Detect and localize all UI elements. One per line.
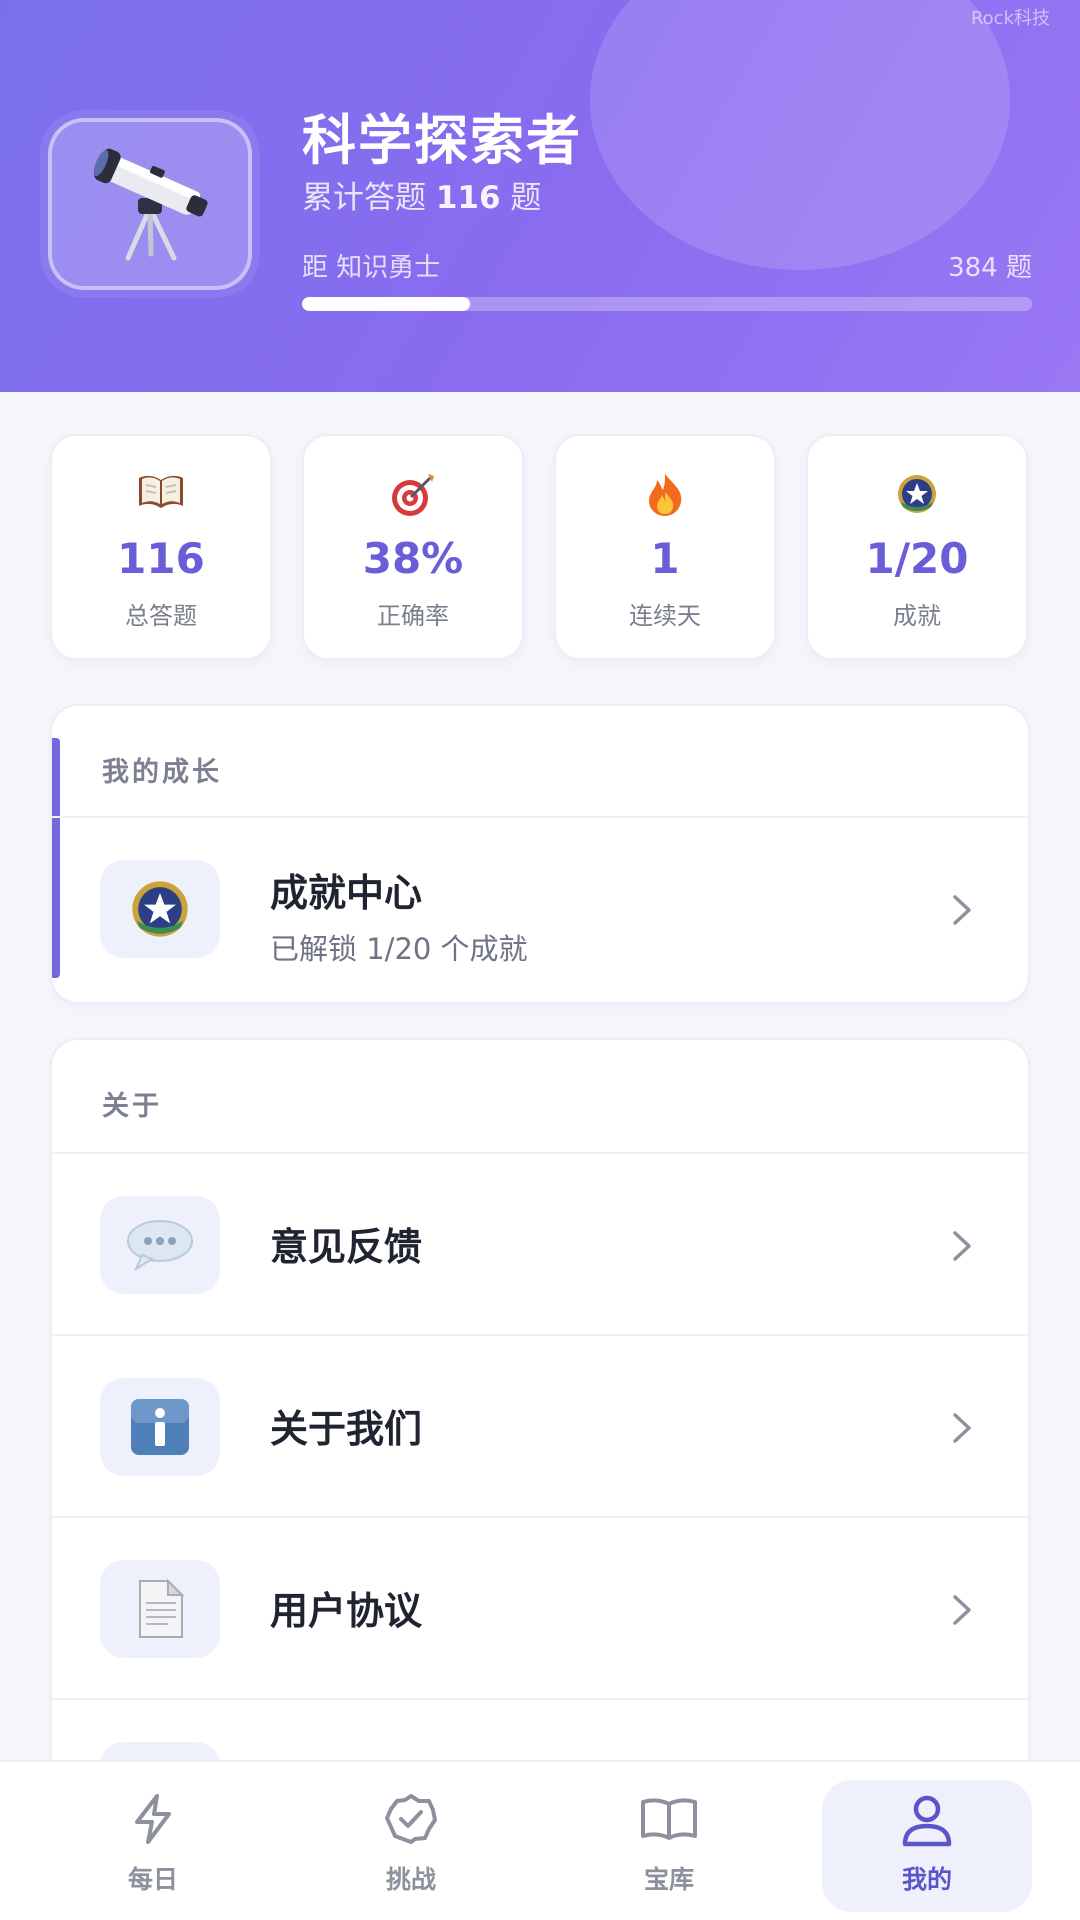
feedback-label: 意见反馈 <box>270 1225 423 1269</box>
book-icon <box>139 475 183 508</box>
badge-icon <box>898 475 936 513</box>
about-us-icon-box <box>100 1378 220 1476</box>
stat-value-achievements: 1/20 <box>865 534 969 583</box>
nav-daily-label: 每日 <box>127 1865 178 1894</box>
info-icon <box>131 1399 189 1455</box>
stat-label-total: 总答题 <box>125 602 197 630</box>
remaining-count: 384 题 <box>948 253 1032 283</box>
fire-icon <box>649 474 682 516</box>
nav-mine[interactable]: 我的 <box>822 1780 1032 1912</box>
user-title: 科学探索者 <box>302 109 582 172</box>
lightning-icon <box>135 1794 171 1844</box>
user-agreement-icon-box <box>100 1560 220 1658</box>
stat-value-accuracy: 38% <box>362 534 464 583</box>
about-us-label: 关于我们 <box>270 1407 423 1451</box>
user-agreement-label: 用户协议 <box>270 1589 423 1633</box>
shield-check-icon <box>385 1794 437 1844</box>
achievement-center-label: 成就中心 <box>270 871 423 915</box>
watermark: Rock科技 <box>970 8 1050 29</box>
target-icon <box>392 474 434 516</box>
stat-label-accuracy: 正确率 <box>377 602 449 630</box>
chevron-right-icon <box>953 895 971 925</box>
nav-daily[interactable]: 每日 <box>48 1780 258 1912</box>
nav-library-label: 宝库 <box>643 1865 694 1894</box>
user-icon <box>902 1795 952 1847</box>
chevron-right-icon <box>953 1413 971 1443</box>
stat-card-achievements: 1/20 成就 <box>806 434 1028 660</box>
achievement-center-row[interactable]: 成就中心 已解锁 1/20 个成就 <box>52 816 1028 998</box>
avatar[interactable] <box>48 118 252 290</box>
badge-icon <box>132 881 188 937</box>
stat-label-achievements: 成就 <box>893 602 941 630</box>
achievement-center-sub: 已解锁 1/20 个成就 <box>270 932 528 966</box>
nav-mine-label: 我的 <box>901 1865 952 1894</box>
total-suffix: 题 <box>500 180 542 216</box>
nav-library[interactable]: 宝库 <box>564 1780 774 1912</box>
level-progress-bar <box>302 297 1032 311</box>
nav-challenge[interactable]: 挑战 <box>306 1780 516 1912</box>
stat-label-streak: 连续天 <box>629 602 701 630</box>
document-icon <box>139 1579 185 1638</box>
growth-section-title: 我的成长 <box>102 757 222 788</box>
stat-card-total: 116 总答题 <box>50 434 272 660</box>
total-count: 116 <box>435 180 501 216</box>
speech-bubble-icon <box>127 1220 193 1272</box>
about-section-title: 关于 <box>102 1091 162 1122</box>
feedback-icon-box <box>100 1196 220 1294</box>
telescope-icon <box>93 148 208 261</box>
user-agreement-row[interactable]: 用户协议 <box>52 1516 1028 1698</box>
stat-value-total: 116 <box>117 534 205 583</box>
open-book-icon <box>641 1798 697 1840</box>
stat-value-streak: 1 <box>650 534 680 583</box>
total-answered: 累计答题 116 题 <box>302 172 541 217</box>
next-level-label: 距 知识勇士 <box>302 253 441 283</box>
achievement-icon-box <box>100 860 220 958</box>
bottom-nav: 每日 挑战 宝库 我的 <box>0 1760 1080 1920</box>
total-prefix: 累计答题 <box>302 180 436 216</box>
level-progress-fill <box>302 297 470 311</box>
growth-section: 我的成长 成就中心 已解锁 1/20 个成就 <box>50 704 1030 1004</box>
chevron-right-icon <box>953 1231 971 1261</box>
nav-challenge-label: 挑战 <box>385 1865 436 1894</box>
chevron-right-icon <box>953 1595 971 1625</box>
about-us-row[interactable]: 关于我们 <box>52 1334 1028 1516</box>
header-decoration <box>590 0 1010 270</box>
stat-card-streak: 1 连续天 <box>554 434 776 660</box>
feedback-row[interactable]: 意见反馈 <box>52 1152 1028 1334</box>
profile-header: Rock科技 科学探索者 累计答题 116 题 距 知识勇士 384 题 <box>0 0 1080 392</box>
stat-card-accuracy: 38% 正确率 <box>302 434 524 660</box>
about-section: 关于 意见反馈 关于我们 用户协议 <box>50 1038 1030 1798</box>
